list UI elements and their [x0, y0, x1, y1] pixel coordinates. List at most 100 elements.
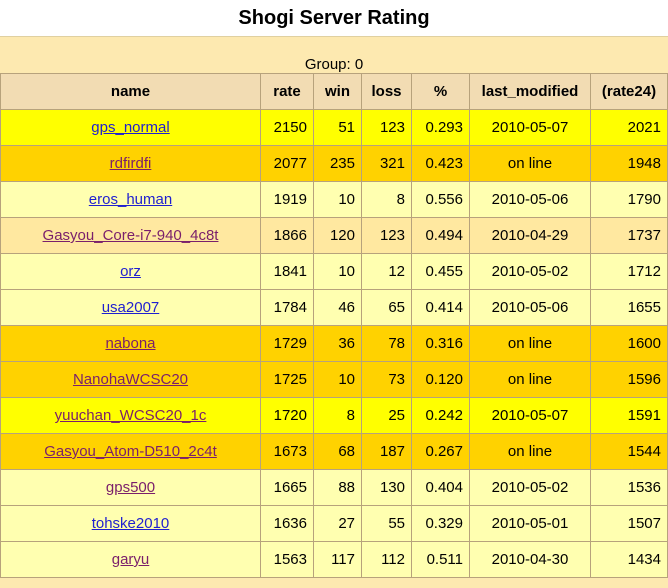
player-link[interactable]: eros_human — [89, 191, 172, 208]
cell-loss: 73 — [361, 361, 412, 398]
cell-win: 88 — [313, 469, 362, 506]
cell-last-modified: 2010-05-07 — [469, 397, 591, 434]
column-header-rate: rate — [260, 73, 314, 110]
cell-loss: 130 — [361, 469, 412, 506]
cell-last-modified: 2010-05-06 — [469, 181, 591, 218]
cell-name: usa2007 — [0, 289, 261, 326]
cell-loss: 321 — [361, 145, 412, 182]
cell-percent: 0.329 — [411, 505, 470, 542]
player-link[interactable]: nabona — [105, 335, 155, 352]
rating-table: name rate win loss % last_modified (rate… — [0, 73, 668, 578]
player-link[interactable]: Gasyou_Core-i7-940_4c8t — [43, 227, 219, 244]
cell-percent: 0.414 — [411, 289, 470, 326]
cell-percent: 0.120 — [411, 361, 470, 398]
cell-name: orz — [0, 253, 261, 290]
cell-name: tohske2010 — [0, 505, 261, 542]
table-row: tohske2010 1636 27 55 0.329 2010-05-01 1507 — [0, 505, 668, 542]
player-link[interactable]: gps_normal — [91, 119, 169, 136]
cell-rate24: 2021 — [590, 109, 668, 146]
cell-rate24: 1596 — [590, 361, 668, 398]
cell-win: 120 — [313, 217, 362, 254]
table-row: gps_normal 2150 51 123 0.293 2010-05-07 2021 — [0, 109, 668, 146]
group-caption: Group: 0 — [304, 56, 364, 73]
player-link[interactable]: NanohaWCSC20 — [73, 371, 188, 388]
player-link[interactable]: yuuchan_WCSC20_1c — [55, 407, 207, 424]
player-link[interactable]: garyu — [112, 551, 150, 568]
cell-win: 10 — [313, 361, 362, 398]
cell-rate: 1729 — [260, 325, 314, 362]
cell-last-modified: 2010-05-06 — [469, 289, 591, 326]
cell-rate24: 1591 — [590, 397, 668, 434]
cell-rate: 1720 — [260, 397, 314, 434]
cell-win: 36 — [313, 325, 362, 362]
cell-win: 51 — [313, 109, 362, 146]
cell-win: 27 — [313, 505, 362, 542]
table-row: orz 1841 10 12 0.455 2010-05-02 1712 — [0, 253, 668, 290]
table-row: gps500 1665 88 130 0.404 2010-05-02 1536 — [0, 469, 668, 506]
cell-loss: 123 — [361, 217, 412, 254]
cell-rate: 1841 — [260, 253, 314, 290]
cell-rate24: 1790 — [590, 181, 668, 218]
cell-name: Gasyou_Core-i7-940_4c8t — [0, 217, 261, 254]
player-link[interactable]: tohske2010 — [92, 515, 170, 532]
cell-loss: 78 — [361, 325, 412, 362]
cell-name: garyu — [0, 541, 261, 578]
cell-win: 8 — [313, 397, 362, 434]
cell-name: gps_normal — [0, 109, 261, 146]
table-row: eros_human 1919 10 8 0.556 2010-05-06 1790 — [0, 181, 668, 218]
table-row: usa2007 1784 46 65 0.414 2010-05-06 1655 — [0, 289, 668, 326]
cell-percent: 0.242 — [411, 397, 470, 434]
cell-percent: 0.267 — [411, 433, 470, 470]
cell-percent: 0.511 — [411, 541, 470, 578]
table-row: Gasyou_Atom-D510_2c4t 1673 68 187 0.267 on li… — [0, 433, 668, 470]
cell-last-modified: on line — [469, 361, 591, 398]
cell-name: gps500 — [0, 469, 261, 506]
cell-rate: 1636 — [260, 505, 314, 542]
player-link[interactable]: usa2007 — [102, 299, 160, 316]
cell-rate24: 1544 — [590, 433, 668, 470]
cell-loss: 123 — [361, 109, 412, 146]
cell-rate: 2077 — [260, 145, 314, 182]
cell-rate24: 1600 — [590, 325, 668, 362]
cell-percent: 0.494 — [411, 217, 470, 254]
cell-last-modified: 2010-05-01 — [469, 505, 591, 542]
table-row: Gasyou_Core-i7-940_4c8t 1866 120 123 0.494 20… — [0, 217, 668, 254]
cell-last-modified: 2010-05-02 — [469, 469, 591, 506]
cell-rate: 1866 — [260, 217, 314, 254]
column-header-percent: % — [411, 73, 470, 110]
cell-win: 10 — [313, 253, 362, 290]
column-header-name: name — [0, 73, 261, 110]
cell-rate24: 1737 — [590, 217, 668, 254]
table-row: yuuchan_WCSC20_1c 1720 8 25 0.242 2010-05-07 1… — [0, 397, 668, 434]
cell-loss: 8 — [361, 181, 412, 218]
cell-loss: 187 — [361, 433, 412, 470]
cell-loss: 25 — [361, 397, 412, 434]
cell-rate24: 1655 — [590, 289, 668, 326]
rating-table-body: gps_normal 2150 51 123 0.293 2010-05-07 2021rd… — [0, 109, 668, 578]
cell-last-modified: 2010-05-07 — [469, 109, 591, 146]
cell-loss: 55 — [361, 505, 412, 542]
player-link[interactable]: orz — [120, 263, 141, 280]
cell-rate: 1919 — [260, 181, 314, 218]
player-link[interactable]: gps500 — [106, 479, 155, 496]
player-link[interactable]: rdfirdfi — [110, 155, 152, 172]
table-header-row: name rate win loss % last_modified (rate… — [0, 73, 668, 110]
cell-rate24: 1507 — [590, 505, 668, 542]
cell-rate24: 1712 — [590, 253, 668, 290]
cell-win: 235 — [313, 145, 362, 182]
cell-name: eros_human — [0, 181, 261, 218]
table-row: garyu 1563 117 112 0.511 2010-04-30 1434 — [0, 541, 668, 578]
cell-rate: 1725 — [260, 361, 314, 398]
cell-last-modified: 2010-05-02 — [469, 253, 591, 290]
cell-percent: 0.455 — [411, 253, 470, 290]
table-row: NanohaWCSC20 1725 10 73 0.120 on line 1596 — [0, 361, 668, 398]
column-header-win: win — [313, 73, 362, 110]
cell-loss: 12 — [361, 253, 412, 290]
cell-rate: 1563 — [260, 541, 314, 578]
cell-rate24: 1536 — [590, 469, 668, 506]
cell-name: yuuchan_WCSC20_1c — [0, 397, 261, 434]
cell-win: 117 — [313, 541, 362, 578]
cell-win: 10 — [313, 181, 362, 218]
player-link[interactable]: Gasyou_Atom-D510_2c4t — [44, 443, 217, 460]
cell-percent: 0.316 — [411, 325, 470, 362]
